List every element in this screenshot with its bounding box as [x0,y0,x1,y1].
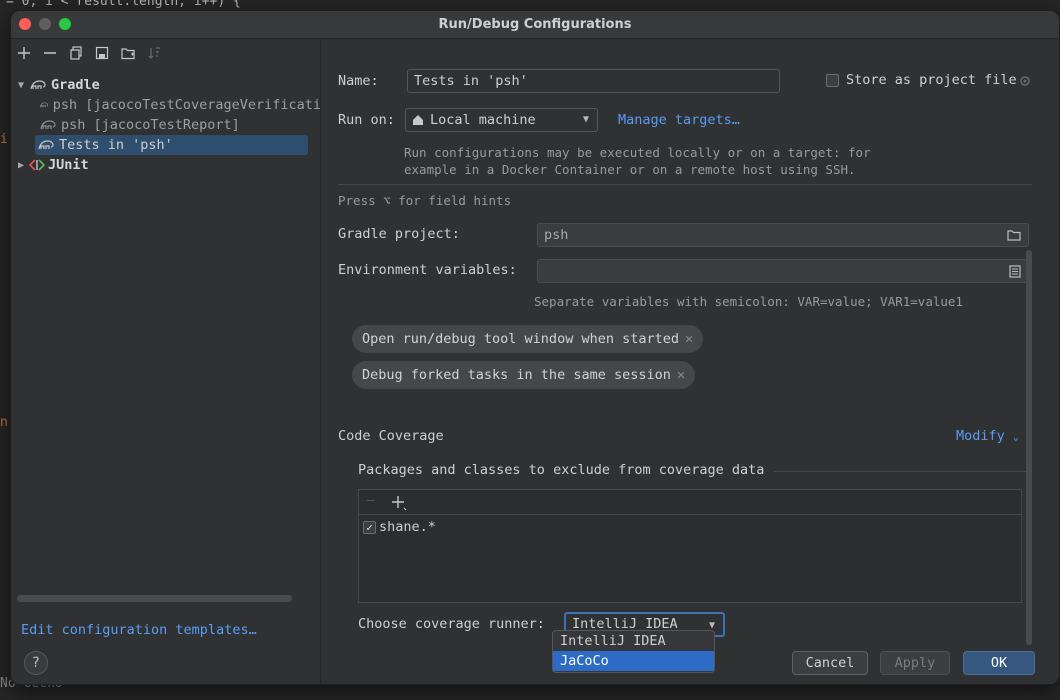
new-folder-icon[interactable] [119,44,137,62]
code-coverage-title: Code Coverage [338,428,444,444]
configurations-panel: ▼ Gradle psh [jacocoTestCoverageVerifica… [11,40,321,684]
name-label: Name: [338,73,379,89]
ok-button[interactable]: OK [963,651,1035,675]
gradle-project-field[interactable]: psh [537,223,1029,247]
exclude-section-title: Packages and classes to exclude from cov… [358,462,765,478]
divider [338,184,1032,185]
coverage-runner-dropdown: IntelliJ IDEA JaCoCo [552,630,715,673]
environment-variables-label: Environment variables: [338,262,517,278]
background-code-line: = 0; i < result.length; i++) { [6,0,241,9]
chevron-right-icon[interactable]: ▶ [15,160,27,171]
name-field[interactable]: Tests in 'psh' [407,69,780,93]
tree-item-label: psh [jacocoTestReport] [61,117,240,133]
run-on-label: Run on: [338,112,395,128]
save-icon[interactable] [93,44,111,62]
modify-label: Modify [956,428,1005,444]
store-as-project-file-label[interactable]: Store as project file [846,72,1017,88]
exclude-list-toolbar: — [359,490,1021,515]
configuration-editor: Name: Tests in 'psh' Store as project fi… [322,40,1059,684]
coverage-runner-label: Choose coverage runner: [358,616,545,632]
title-bar: Run/Debug Configurations [11,11,1059,39]
tree-item-label: Tests in 'psh' [59,137,173,153]
add-icon[interactable] [15,44,33,62]
run-on-value: Local machine [430,112,536,128]
environment-variables-field[interactable] [537,259,1029,283]
close-icon[interactable]: ✕ [677,367,685,383]
chip-debug-forked-tasks[interactable]: Debug forked tasks in the same session ✕ [352,361,695,389]
gear-icon[interactable] [1018,74,1032,88]
config-toolbar [15,42,163,64]
tree-label-junit: JUnit [48,157,89,173]
store-as-project-file-checkbox[interactable] [826,74,839,87]
environment-variables-hint: Separate variables with semicolon: VAR=v… [534,294,963,309]
junit-icon [29,158,45,172]
run-on-hint-line-1: Run configurations may be executed local… [404,145,871,160]
remove-icon[interactable]: — [367,493,375,508]
gradle-config-icon [39,102,49,108]
edit-configuration-templates-link[interactable]: Edit configuration templates… [21,622,257,638]
help-button[interactable]: ? [24,651,48,675]
tree-label-gradle: Gradle [51,77,100,93]
divider [774,471,1032,472]
run-debug-dialog: Run/Debug Configurations ▼ Gradle psh [j… [10,10,1060,685]
folder-icon[interactable] [1007,229,1021,241]
gutter-mark: n [0,415,8,430]
apply-button[interactable]: Apply [880,651,950,675]
tree-horizontal-scrollbar[interactable] [17,595,292,602]
gradle-project-value: psh [544,227,569,243]
chevron-down-icon: ▼ [582,114,589,125]
exclude-item-label: shane.* [379,519,436,535]
tree-item-label: psh [jacocoTestCoverageVerificati [52,97,321,113]
copy-icon[interactable] [67,44,85,62]
form-vertical-scrollbar[interactable] [1026,250,1032,645]
manage-targets-link[interactable]: Manage targets… [618,112,740,128]
close-icon[interactable]: ✕ [685,331,693,347]
gradle-icon [30,80,46,90]
chip-open-tool-window[interactable]: Open run/debug tool window when started ✕ [352,325,704,353]
run-on-hint-line-2: example in a Docker Container or on a re… [404,162,856,177]
chip-label: Debug forked tasks in the same session [362,367,671,383]
modify-link[interactable]: Modify ⌄ [956,428,1019,444]
cancel-button[interactable]: Cancel [792,651,868,675]
tree-item-config[interactable]: psh [jacocoTestCoverageVerificati [37,95,321,115]
sort-icon[interactable] [145,44,163,62]
exclude-list-panel: — ✓ shane.* [358,489,1022,603]
chip-label: Open run/debug tool window when started [362,331,679,347]
field-hints-text: Press ⌥ for field hints [338,193,512,208]
run-on-select[interactable]: Local machine ▼ [405,108,598,132]
remove-icon[interactable] [41,44,59,62]
tree-node-junit[interactable]: ▶ JUnit [15,155,89,175]
tree-item-config-selected[interactable]: Tests in 'psh' [35,135,308,155]
tree-node-gradle[interactable]: ▼ Gradle [15,75,100,95]
add-icon[interactable] [391,495,407,511]
gradle-project-label: Gradle project: [338,226,460,242]
gradle-config-icon [38,140,54,150]
dialog-title: Run/Debug Configurations [438,17,632,32]
home-icon [413,115,423,125]
gradle-config-icon [40,120,56,130]
chevron-down-icon[interactable]: ▼ [15,80,27,91]
dropdown-option-intellij[interactable]: IntelliJ IDEA [553,631,714,651]
document-icon[interactable] [1009,265,1021,278]
gutter-mark: i [0,132,8,147]
dropdown-option-jacoco[interactable]: JaCoCo [553,651,714,671]
list-item[interactable]: ✓ shane.* [363,519,436,535]
chevron-down-icon: ⌄ [1012,432,1019,443]
checkbox-checked[interactable]: ✓ [363,520,376,534]
tree-item-config[interactable]: psh [jacocoTestReport] [37,115,240,135]
